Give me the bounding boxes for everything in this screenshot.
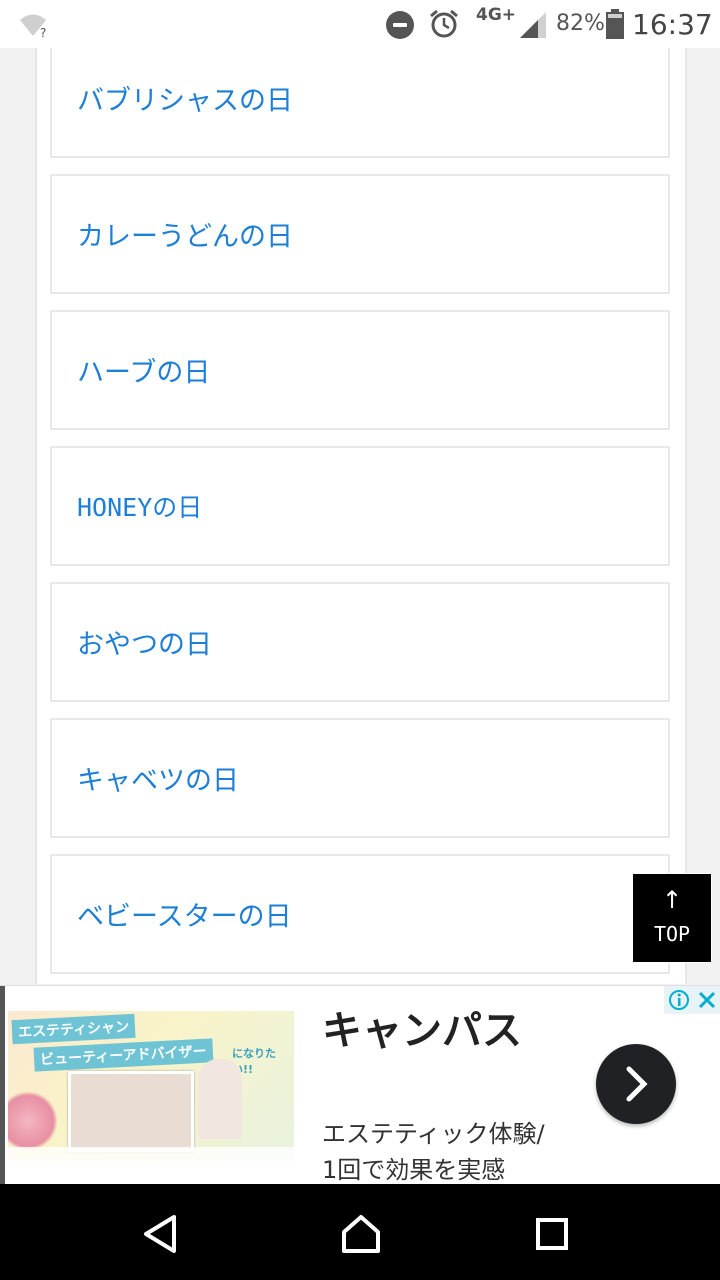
- list-item[interactable]: ベビースターの日: [50, 854, 670, 974]
- ad-image-text: エステティシャン: [11, 1013, 136, 1045]
- ad-description: エステティック体験/: [322, 1120, 545, 1148]
- list-item-link[interactable]: HONEYの日: [77, 488, 202, 524]
- ad-banner[interactable]: エステティシャン ビューティーアドバイザー になりたい!! キャンパス エステテ…: [0, 985, 720, 1186]
- wifi-icon: ?: [20, 14, 46, 38]
- ad-divider: [0, 986, 5, 1186]
- recents-icon[interactable]: [535, 1217, 569, 1251]
- back-to-top-label: TOP: [653, 922, 691, 946]
- list-item[interactable]: おやつの日: [50, 582, 670, 702]
- list-item[interactable]: キャベツの日: [50, 718, 670, 838]
- back-to-top-button[interactable]: ↑ TOP: [632, 873, 712, 963]
- ad-open-button[interactable]: [596, 1044, 676, 1124]
- alarm-icon: [430, 9, 458, 38]
- ad-image-footer: [8, 1147, 294, 1161]
- list-item[interactable]: バブリシャスの日: [50, 48, 670, 158]
- list-item-link[interactable]: キャベツの日: [77, 759, 239, 798]
- ad-image-text: ビューティーアドバイザー: [33, 1038, 214, 1072]
- list-item-link[interactable]: バブリシャスの日: [77, 79, 293, 118]
- content-area: バブリシャスの日 カレーうどんの日 ハーブの日 HONEYの日 おやつの日 キャ…: [35, 48, 687, 984]
- navigation-bar: [0, 1184, 720, 1280]
- list-item-link[interactable]: ベビースターの日: [77, 895, 292, 934]
- flower-decoration: [8, 1091, 58, 1151]
- ad-photo: [68, 1071, 194, 1152]
- arrow-up-icon: ↑: [661, 886, 683, 914]
- network-type: 4G+: [476, 5, 517, 25]
- list-item[interactable]: カレーうどんの日: [50, 174, 670, 294]
- ad-description: 1回で効果を実感: [322, 1156, 506, 1184]
- ad-image-text: になりたい!!: [232, 1047, 276, 1076]
- info-icon[interactable]: [668, 989, 690, 1011]
- ad-image[interactable]: エステティシャン ビューティーアドバイザー になりたい!!: [8, 1011, 294, 1161]
- battery-percent: 82%: [556, 11, 605, 36]
- list-item[interactable]: ハーブの日: [50, 310, 670, 430]
- back-icon[interactable]: [142, 1214, 178, 1254]
- list-item-link[interactable]: カレーうどんの日: [77, 215, 293, 254]
- list-item[interactable]: HONEYの日: [50, 446, 670, 566]
- chevron-right-icon: [626, 1066, 648, 1102]
- ad-person-image: [198, 1059, 242, 1139]
- ad-title[interactable]: キャンパス: [322, 998, 522, 1056]
- status-bar: ? 4G+ 82% 16:37: [0, 0, 720, 48]
- clock: 16:37: [632, 8, 713, 41]
- close-icon[interactable]: [696, 989, 718, 1011]
- svg-text:?: ?: [40, 26, 46, 38]
- signal-icon: [520, 12, 546, 38]
- list-item-link[interactable]: おやつの日: [77, 623, 212, 662]
- list-item-link[interactable]: ハーブの日: [77, 351, 210, 390]
- battery-icon: [606, 9, 624, 39]
- do-not-disturb-icon: [386, 11, 414, 39]
- home-icon[interactable]: [340, 1214, 382, 1254]
